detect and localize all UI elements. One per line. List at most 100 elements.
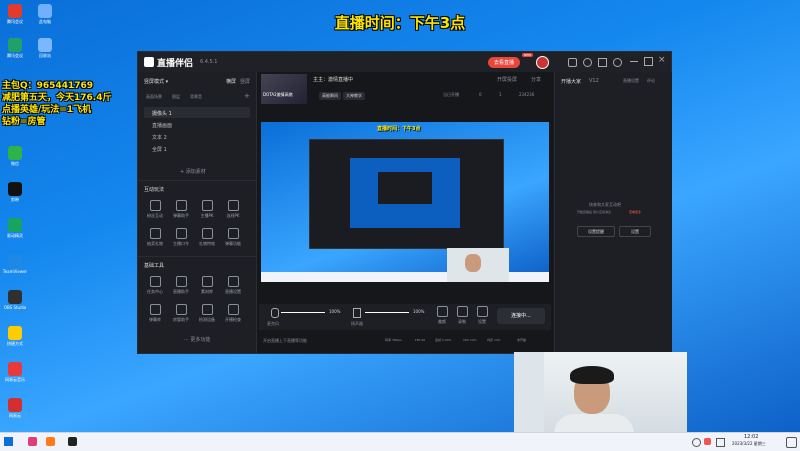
tab-landscape[interactable]: 横屏 xyxy=(226,78,236,85)
stat-value: 0 xyxy=(479,92,482,97)
tool-link-pk[interactable]: 连线PK xyxy=(222,200,244,219)
tag-chip[interactable]: 高能瞬间 xyxy=(319,92,341,100)
settings-icon[interactable] xyxy=(598,58,607,67)
desktop-icon[interactable]: 腾讯会议 xyxy=(0,4,30,24)
tab-level[interactable]: V12 xyxy=(589,78,599,84)
headset-icon[interactable] xyxy=(583,58,592,67)
scene-item[interactable]: 全屏 1 xyxy=(152,146,167,153)
tool-material[interactable]: 素材库 xyxy=(196,276,218,295)
speaker-slider[interactable] xyxy=(365,312,409,313)
tool-gift[interactable]: 抽奖礼物 xyxy=(144,228,166,247)
taskbar: 12:02 2023/3/22 星期三 xyxy=(0,432,800,451)
maximize-icon[interactable] xyxy=(644,57,653,66)
tool-assistant[interactable]: 直播助手 xyxy=(170,276,192,295)
tab-layer[interactable]: 图层 xyxy=(172,94,180,100)
taskbar-app-icon[interactable] xyxy=(28,437,37,446)
help-icon[interactable] xyxy=(613,58,622,67)
live-title[interactable]: 主主：激情直播中 xyxy=(313,76,353,83)
close-icon[interactable]: × xyxy=(658,55,666,65)
status-item: 未开播 xyxy=(517,338,527,342)
beauty-icon xyxy=(436,306,448,317)
tool-fan-interact[interactable]: 粉丝互动 xyxy=(144,200,166,219)
taskbar-app-icon[interactable] xyxy=(46,437,55,446)
taskbar-app-icon[interactable] xyxy=(68,437,77,446)
start-live-button[interactable]: 连接中... xyxy=(497,308,545,324)
open-screen-button[interactable]: 开屏投屏 xyxy=(497,76,517,83)
tray-icon[interactable] xyxy=(704,438,711,445)
add-material-button[interactable]: + 添加素材 xyxy=(180,168,206,175)
clock-date[interactable]: 2023/3/22 星期三 xyxy=(732,441,766,447)
mode-select[interactable]: 竖屏模式 ▾ xyxy=(144,78,168,85)
status-item: 码率 3Mbps xyxy=(385,338,402,342)
gift-icon xyxy=(149,228,161,239)
stream-banner-title: 直播时间：下午3点 xyxy=(334,14,466,32)
tab-chat[interactable]: 开播大家 xyxy=(561,78,581,85)
desktop-icon[interactable]: 微信 xyxy=(0,146,30,166)
tool-task[interactable]: 任务中心 xyxy=(144,276,166,295)
obs-icon xyxy=(8,290,22,304)
desktop-icon[interactable]: 网易云 xyxy=(0,398,30,418)
tool-effect[interactable]: 礼物特效 xyxy=(196,228,218,247)
driver-icon xyxy=(8,218,22,232)
message-icon[interactable] xyxy=(568,58,577,67)
right-settings-button[interactable]: 设置 xyxy=(619,226,651,237)
preview-canvas[interactable]: 直播时间：下午3点 xyxy=(261,122,549,282)
tool-pk[interactable]: 主播PK xyxy=(196,200,218,219)
basic-title: 基础工具 xyxy=(144,263,165,269)
scene-item[interactable]: 摄像头 1 xyxy=(152,110,172,117)
tool-danmaku-lib[interactable]: 弹幕库 xyxy=(144,304,166,323)
more-tools-link[interactable]: ··· 更多功能 xyxy=(184,336,210,343)
watch-live-button[interactable]: 去看直播 xyxy=(488,57,521,68)
app-version: 6.4.5.1 xyxy=(200,59,218,65)
scene-item[interactable]: 文本 2 xyxy=(152,134,167,141)
desktop-icon[interactable]: 腾讯会议 xyxy=(0,38,30,58)
start-icon[interactable] xyxy=(4,437,13,446)
tray-icon[interactable] xyxy=(716,438,725,447)
edit-icon xyxy=(227,228,239,239)
desktop-icon[interactable]: 快捷方式 xyxy=(0,326,30,346)
empty-link[interactable]: 查看更多 xyxy=(629,210,641,214)
record-button[interactable]: 录制 xyxy=(451,306,473,325)
desktop-icon[interactable]: OBS Studio xyxy=(0,290,30,310)
mic-slider[interactable] xyxy=(281,312,325,313)
status-item: 内存 14% xyxy=(487,338,501,342)
tag-chip[interactable]: 大神教学 xyxy=(343,92,365,100)
tool-danmaku[interactable]: 弹幕助手 xyxy=(170,200,192,219)
tool-danmaku-func[interactable]: 弹幕功能 xyxy=(222,228,244,247)
clock-time[interactable]: 12:02 xyxy=(744,434,758,440)
stat-label: 当日开播 xyxy=(443,92,459,97)
add-scene-icon[interactable]: + xyxy=(244,92,250,100)
desktop-icon[interactable]: 回收站 xyxy=(30,38,60,58)
device-icon xyxy=(201,304,213,315)
tray-icon[interactable] xyxy=(692,438,701,447)
tool-admin[interactable]: 房管助手 xyxy=(170,304,192,323)
shield-icon xyxy=(175,200,187,211)
minimize-icon[interactable] xyxy=(630,61,638,62)
avatar[interactable] xyxy=(536,56,549,69)
notification-icon[interactable] xyxy=(786,437,797,448)
tab-portrait[interactable]: 竖屏 xyxy=(240,78,250,85)
right-action[interactable]: 评论 xyxy=(647,78,655,84)
tool-check[interactable]: 开播检查 xyxy=(222,304,244,323)
settings-button[interactable]: 设置 xyxy=(471,306,493,325)
game-cover xyxy=(261,74,307,104)
tool-command[interactable]: 主播口令 xyxy=(170,228,192,247)
desktop-icon[interactable]: 此电脑 xyxy=(30,4,60,24)
desktop-icon[interactable]: 网易云音乐 xyxy=(0,362,30,382)
tab-bgm[interactable]: 背景音 xyxy=(190,94,202,100)
remind-button[interactable]: 设置提醒 xyxy=(577,226,615,237)
tool-settings[interactable]: 直播设置 xyxy=(222,276,244,295)
scene-item[interactable]: 直播画面 xyxy=(152,122,172,129)
tab-scene[interactable]: 画面场景 xyxy=(146,94,162,100)
desktop-icon[interactable]: 剪映 xyxy=(0,182,30,202)
preview-banner: 直播时间：下午3点 xyxy=(377,126,421,132)
desktop-icon[interactable]: 驱动精灵 xyxy=(0,218,30,238)
beauty-button[interactable]: 美颜 xyxy=(431,306,453,325)
mic-icon[interactable] xyxy=(271,308,279,318)
share-button[interactable]: 分享 xyxy=(531,76,541,83)
right-action[interactable]: 直播设置 xyxy=(623,78,639,84)
tool-device[interactable]: 检测设备 xyxy=(196,304,218,323)
desktop-icon[interactable]: TeamViewer xyxy=(0,254,30,274)
live-companion-window: 直播伴侣 6.4.5.1 去看直播 NEW × 竖屏模式 ▾ 横屏 竖屏 画面场… xyxy=(137,51,672,354)
speaker-icon[interactable] xyxy=(353,308,361,318)
